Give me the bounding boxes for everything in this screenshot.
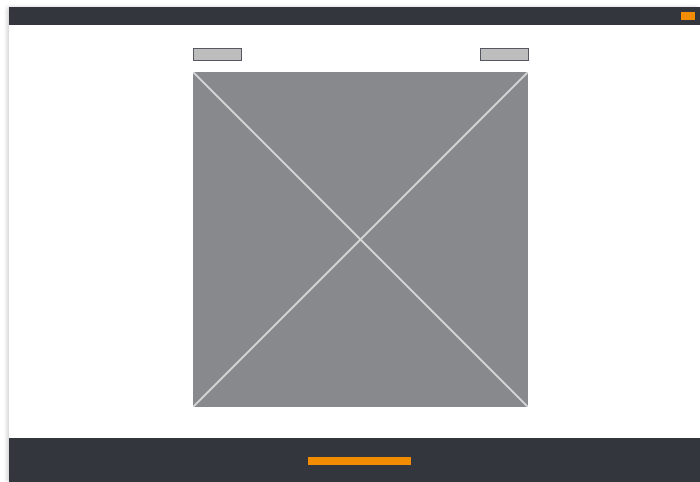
top-bar bbox=[9, 7, 700, 25]
image-placeholder bbox=[193, 72, 528, 407]
left-button[interactable] bbox=[193, 48, 242, 61]
window-frame bbox=[9, 7, 700, 482]
bottom-bar bbox=[9, 438, 700, 482]
content-area bbox=[9, 25, 700, 438]
top-accent-marker[interactable] bbox=[681, 12, 695, 20]
image-placeholder-x-icon bbox=[193, 72, 528, 407]
right-button[interactable] bbox=[480, 48, 529, 61]
bottom-accent-button[interactable] bbox=[308, 457, 411, 465]
